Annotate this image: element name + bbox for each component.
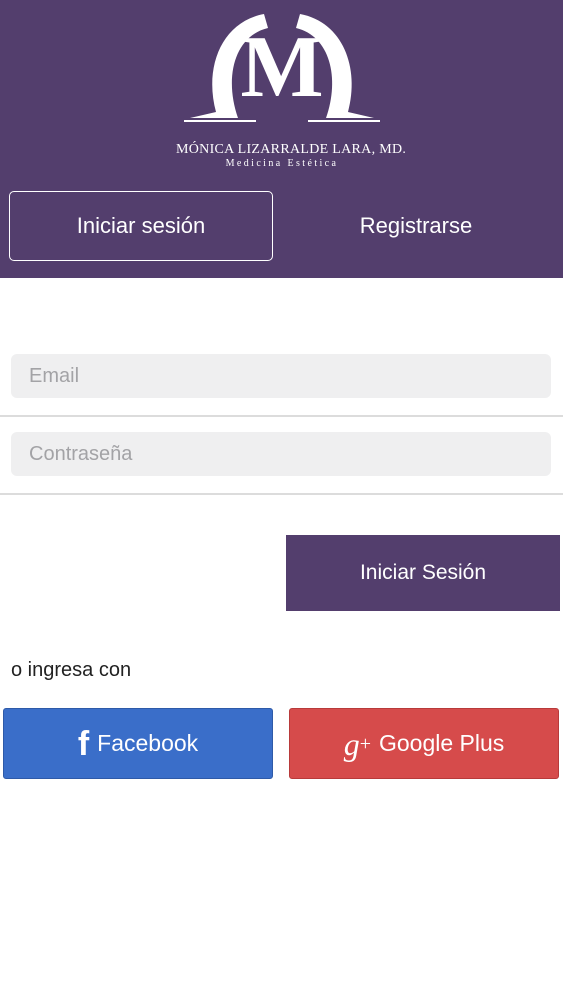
social-login-caption: o ingresa con — [11, 659, 132, 681]
logo-emblem-icon: M — [184, 14, 380, 122]
facebook-label: Facebook — [97, 730, 199, 756]
brand-logo: M MÓNICA LIZARRALDE LARA, MD. Medicina E… — [176, 8, 407, 169]
google-plus-label: Google Plus — [378, 730, 505, 756]
facebook-login-button[interactable]: f Facebook — [3, 708, 273, 779]
brand-name: MÓNICA LIZARRALDE LARA, MD. — [176, 142, 407, 157]
divider — [0, 415, 563, 417]
tab-register-label: Registrarse — [359, 213, 473, 238]
header: M MÓNICA LIZARRALDE LARA, MD. Medicina E… — [0, 0, 563, 278]
tab-login[interactable]: Iniciar sesión — [9, 191, 273, 261]
logo-letter: M — [240, 19, 323, 116]
facebook-icon: f — [77, 724, 90, 763]
google-plus-icon: g + — [343, 725, 371, 762]
login-submit-button[interactable]: Iniciar Sesión — [286, 535, 560, 611]
brand-subtitle: Medicina Estética — [225, 158, 339, 169]
email-input[interactable] — [11, 354, 551, 398]
divider — [0, 493, 563, 495]
tab-register[interactable]: Registrarse — [284, 191, 548, 261]
tab-login-label: Iniciar sesión — [76, 213, 206, 238]
password-input[interactable] — [11, 432, 551, 476]
google-plus-login-button[interactable]: g + Google Plus — [289, 708, 559, 779]
login-submit-label: Iniciar Sesión — [359, 561, 487, 584]
